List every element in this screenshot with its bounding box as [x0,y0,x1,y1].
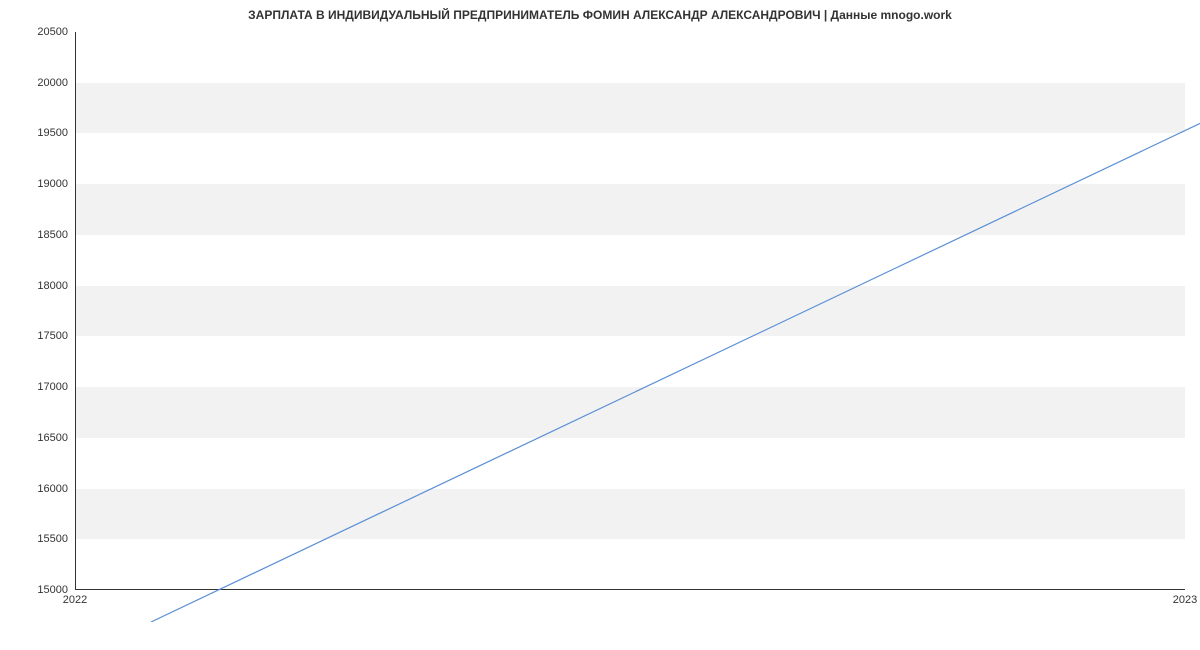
y-tick-label: 16500 [8,432,68,444]
x-tick-label: 2023 [1173,594,1197,606]
y-tick-label: 18500 [8,229,68,241]
y-tick-label: 19500 [8,127,68,139]
plot-area [75,32,1185,590]
y-tick-label: 20500 [8,26,68,38]
chart-title: ЗАРПЛАТА В ИНДИВИДУАЛЬНЫЙ ПРЕДПРИНИМАТЕЛ… [0,8,1200,22]
grid-band [76,184,1185,235]
chart-container: ЗАРПЛАТА В ИНДИВИДУАЛЬНЫЙ ПРЕДПРИНИМАТЕЛ… [0,0,1200,650]
x-tick-label: 2022 [63,594,87,606]
y-tick-label: 16000 [8,483,68,495]
y-tick-label: 20000 [8,77,68,89]
y-tick-label: 17500 [8,330,68,342]
grid-band [76,489,1185,540]
grid-band [76,286,1185,337]
y-tick-label: 17000 [8,381,68,393]
y-tick-label: 19000 [8,178,68,190]
y-tick-label: 18000 [8,280,68,292]
grid-band [76,83,1185,134]
grid-band [76,387,1185,438]
y-tick-label: 15000 [8,584,68,596]
y-tick-label: 15500 [8,533,68,545]
